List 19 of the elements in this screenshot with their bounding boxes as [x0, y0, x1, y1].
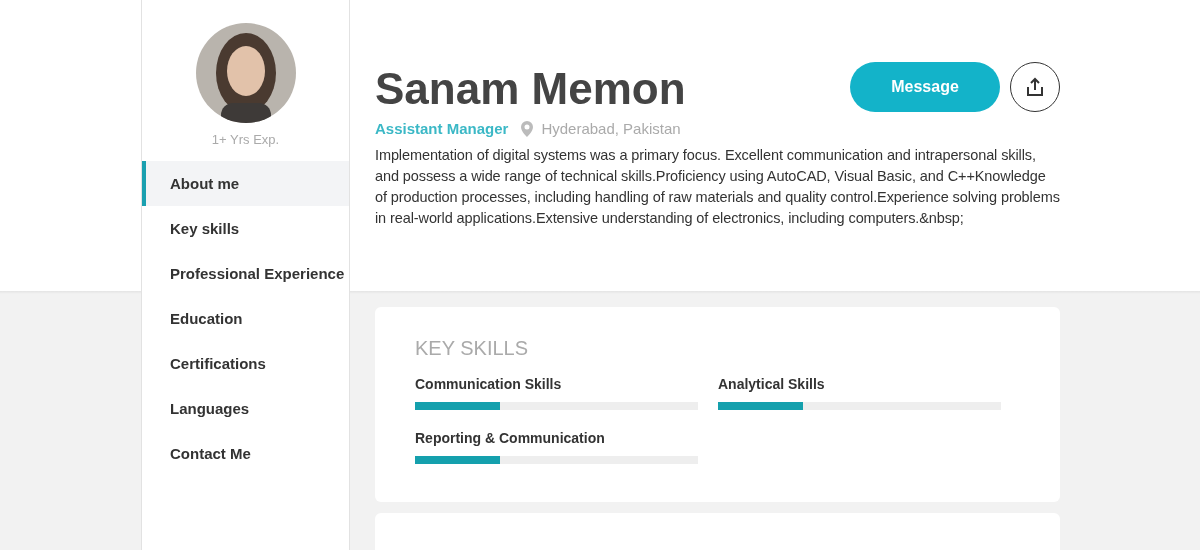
sidebar-item[interactable]: Professional Experience	[142, 251, 349, 296]
section-title: KEY SKILLS	[415, 337, 530, 360]
skill-name: Communication Skills	[415, 376, 563, 392]
profile-name: Sanam Memon	[375, 64, 686, 114]
job-title: Assistant Manager	[375, 120, 509, 137]
share-button[interactable]	[1010, 62, 1060, 112]
sidebar-item[interactable]: About me	[142, 161, 349, 206]
sidebar-item[interactable]: Key skills	[142, 206, 349, 251]
sidebar-item[interactable]: Languages	[142, 386, 349, 431]
location-pin-icon	[521, 120, 534, 137]
share-icon	[1025, 77, 1045, 97]
location: Hyderabad, Pakistan	[541, 120, 681, 137]
sidebar-item[interactable]: Education	[142, 296, 349, 341]
sidebar-item[interactable]: Contact Me	[142, 431, 349, 476]
about-text: Implementation of digital systems was a primary focus. Excellent communication and intrapersonal skills, and possess a wide range of technical skills.Proficiency using AutoCAD, Visual Basic, and C++Knowledge of production processes, including handling of raw materials and quality control.Experience solving problems in real-world applications.Extensive understanding of electronics, including computers.&nbsp;	[375, 146, 1060, 228]
experience-label: 1+ Yrs Exp.	[211, 132, 280, 147]
skill-name: Analytical Skills	[718, 376, 826, 392]
sidebar-item[interactable]: Certifications	[142, 341, 349, 386]
skill-name: Reporting & Communication	[415, 430, 606, 446]
